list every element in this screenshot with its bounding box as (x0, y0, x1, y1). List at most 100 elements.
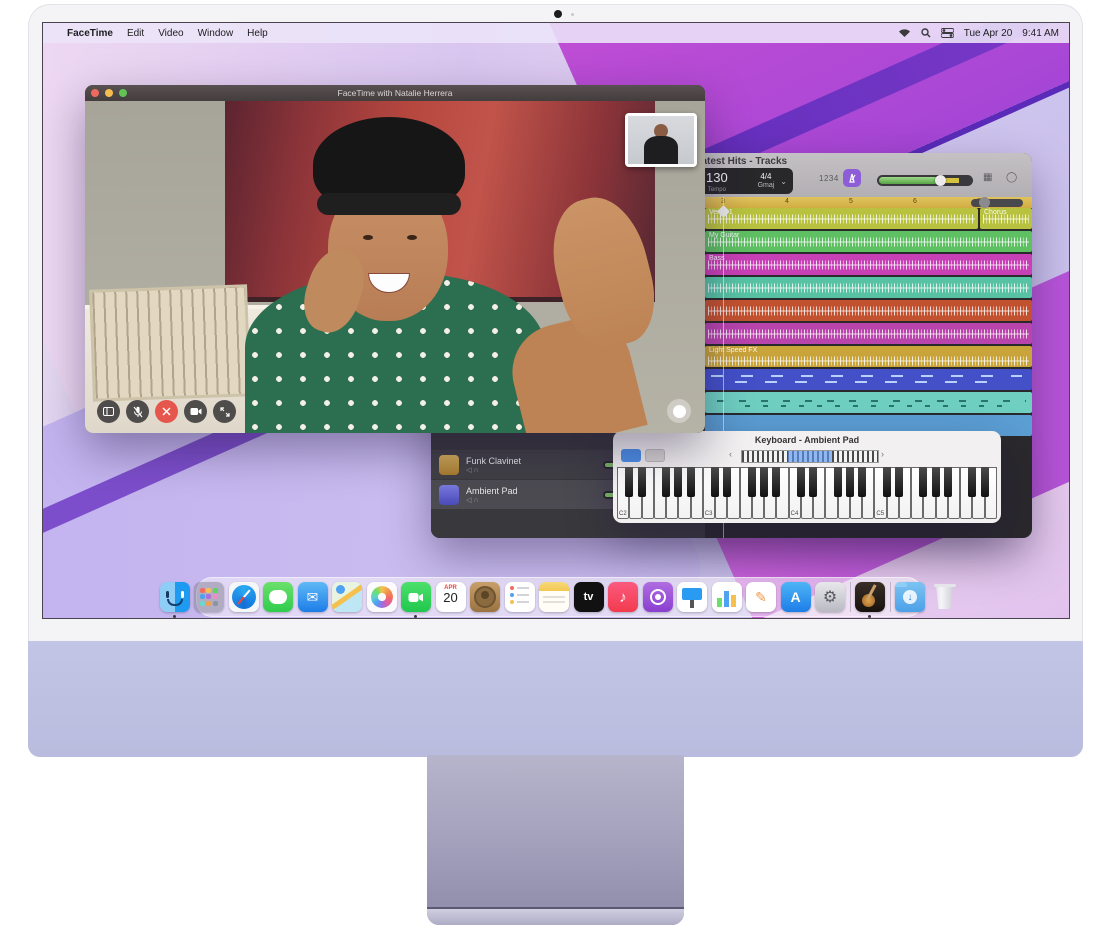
keynote-stand (690, 600, 694, 608)
menu-facetime[interactable]: FaceTime (67, 28, 113, 39)
lcd-key: Gmaj (758, 181, 775, 190)
finder-eye (181, 591, 184, 598)
menu-bar-date[interactable]: Tue Apr 20 (964, 28, 1013, 39)
menu-edit[interactable]: Edit (127, 28, 144, 39)
clavinet-icon (439, 455, 459, 475)
dock-contacts-icon[interactable] (470, 582, 500, 612)
master-volume-slider[interactable] (877, 175, 973, 186)
solo-headphones-icon[interactable]: ∩ (473, 467, 478, 474)
black-key[interactable] (944, 467, 952, 497)
wifi-icon[interactable] (898, 28, 911, 38)
region-label: Light Speed FX (709, 347, 757, 354)
mute-icon[interactable]: ◁ (466, 497, 471, 504)
black-key[interactable] (674, 467, 682, 497)
black-key[interactable] (846, 467, 854, 497)
menu-help[interactable]: Help (247, 28, 268, 39)
dock-music-icon[interactable]: ♪ (608, 582, 638, 612)
region-track9-midi[interactable] (705, 392, 1032, 413)
folder-tab (895, 582, 907, 587)
display-mode-icon[interactable]: ▦ (983, 172, 992, 183)
black-key[interactable] (834, 467, 842, 497)
octave-highlight[interactable] (788, 451, 832, 462)
dock-tv-icon[interactable]: tv (574, 582, 604, 612)
scale-mode-button[interactable] (645, 449, 665, 462)
black-key[interactable] (932, 467, 940, 497)
menu-video[interactable]: Video (158, 28, 183, 39)
dock-messages-icon[interactable] (263, 582, 293, 612)
black-key[interactable] (723, 467, 731, 497)
search-icon[interactable] (921, 28, 931, 38)
black-key[interactable] (883, 467, 891, 497)
piano-keys[interactable]: C2C3C4C5 (617, 467, 997, 519)
region-verse1[interactable]: Verse 1 (705, 208, 978, 229)
black-key[interactable] (748, 467, 756, 497)
region-track8-midi[interactable] (705, 369, 1032, 390)
sidebar-toggle-button[interactable] (97, 400, 120, 423)
dock-launchpad-icon[interactable] (194, 582, 224, 612)
dock-system-preferences-icon[interactable]: ⚙ (815, 582, 845, 612)
black-key[interactable] (711, 467, 719, 497)
dock-calendar-icon[interactable]: APR 20 (436, 582, 466, 612)
region-track5[interactable] (705, 300, 1032, 321)
dock-appstore-icon[interactable]: A (781, 582, 811, 612)
black-key[interactable] (919, 467, 927, 497)
dock-maps-icon[interactable] (332, 582, 362, 612)
dock-downloads-folder-icon[interactable]: ↓ (895, 582, 925, 612)
octave-left-arrow-icon[interactable]: ‹ (729, 449, 732, 459)
black-key[interactable] (797, 467, 805, 497)
effects-button[interactable] (667, 399, 691, 423)
dock-garageband-icon[interactable] (855, 582, 885, 612)
dock-trash-icon[interactable] (930, 582, 960, 612)
black-key[interactable] (662, 467, 670, 497)
black-key[interactable] (760, 467, 768, 497)
mute-mic-button[interactable] (126, 400, 149, 423)
black-key[interactable] (981, 467, 989, 497)
region-track6[interactable] (705, 323, 1032, 344)
dock-pages-icon[interactable]: ✎ (746, 582, 776, 612)
dock-keynote-icon[interactable] (677, 582, 707, 612)
octave-range-strip[interactable] (741, 450, 879, 463)
camera-toggle-button[interactable] (184, 400, 207, 423)
dock-podcasts-icon[interactable] (643, 582, 673, 612)
black-key[interactable] (895, 467, 903, 497)
black-key[interactable] (809, 467, 817, 497)
quick-help-icon[interactable]: ◯ (1006, 172, 1017, 183)
control-center-icon[interactable] (941, 28, 954, 38)
fullscreen-button[interactable] (213, 400, 236, 423)
zoom-slider[interactable] (971, 199, 1023, 207)
black-key[interactable] (638, 467, 646, 497)
region-my-guitar[interactable]: My Guitar (705, 231, 1032, 252)
ruler-number: 6 (913, 198, 917, 205)
dock-notes-icon[interactable] (539, 582, 569, 612)
pip-self-view[interactable] (625, 113, 697, 167)
chevron-down-icon[interactable]: ⌄ (780, 177, 787, 186)
black-key[interactable] (772, 467, 780, 497)
region-chorus[interactable]: Chorus (980, 208, 1032, 229)
black-key[interactable] (687, 467, 695, 497)
end-call-button[interactable] (155, 400, 178, 423)
keyboard-mode-button[interactable] (621, 449, 641, 462)
keynote-board (682, 588, 702, 600)
dock-mail-icon[interactable]: ✉ (298, 582, 328, 612)
dock-finder-icon[interactable] (160, 582, 190, 612)
dock-safari-icon[interactable] (229, 582, 259, 612)
black-key[interactable] (625, 467, 633, 497)
region-light-speed-fx[interactable]: Light Speed FX (705, 346, 1032, 367)
region-track4[interactable] (705, 277, 1032, 298)
facetime-titlebar[interactable]: FaceTime with Natalie Herrera (85, 85, 705, 101)
calendar-day: 20 (436, 591, 466, 604)
dock-photos-icon[interactable] (367, 582, 397, 612)
dock-numbers-icon[interactable] (712, 582, 742, 612)
black-key[interactable] (858, 467, 866, 497)
dock-reminders-icon[interactable] (505, 582, 535, 612)
metronome-button[interactable] (843, 169, 861, 187)
menu-window[interactable]: Window (198, 28, 234, 39)
octave-right-arrow-icon[interactable]: › (881, 449, 884, 459)
count-in-button[interactable]: 1234 (819, 174, 839, 183)
dock-facetime-icon[interactable] (401, 582, 431, 612)
menu-bar-time[interactable]: 9:41 AM (1022, 28, 1059, 39)
solo-headphones-icon[interactable]: ∩ (473, 497, 478, 504)
black-key[interactable] (968, 467, 976, 497)
region-bass[interactable]: Bass (705, 254, 1032, 275)
mute-icon[interactable]: ◁ (466, 467, 471, 474)
